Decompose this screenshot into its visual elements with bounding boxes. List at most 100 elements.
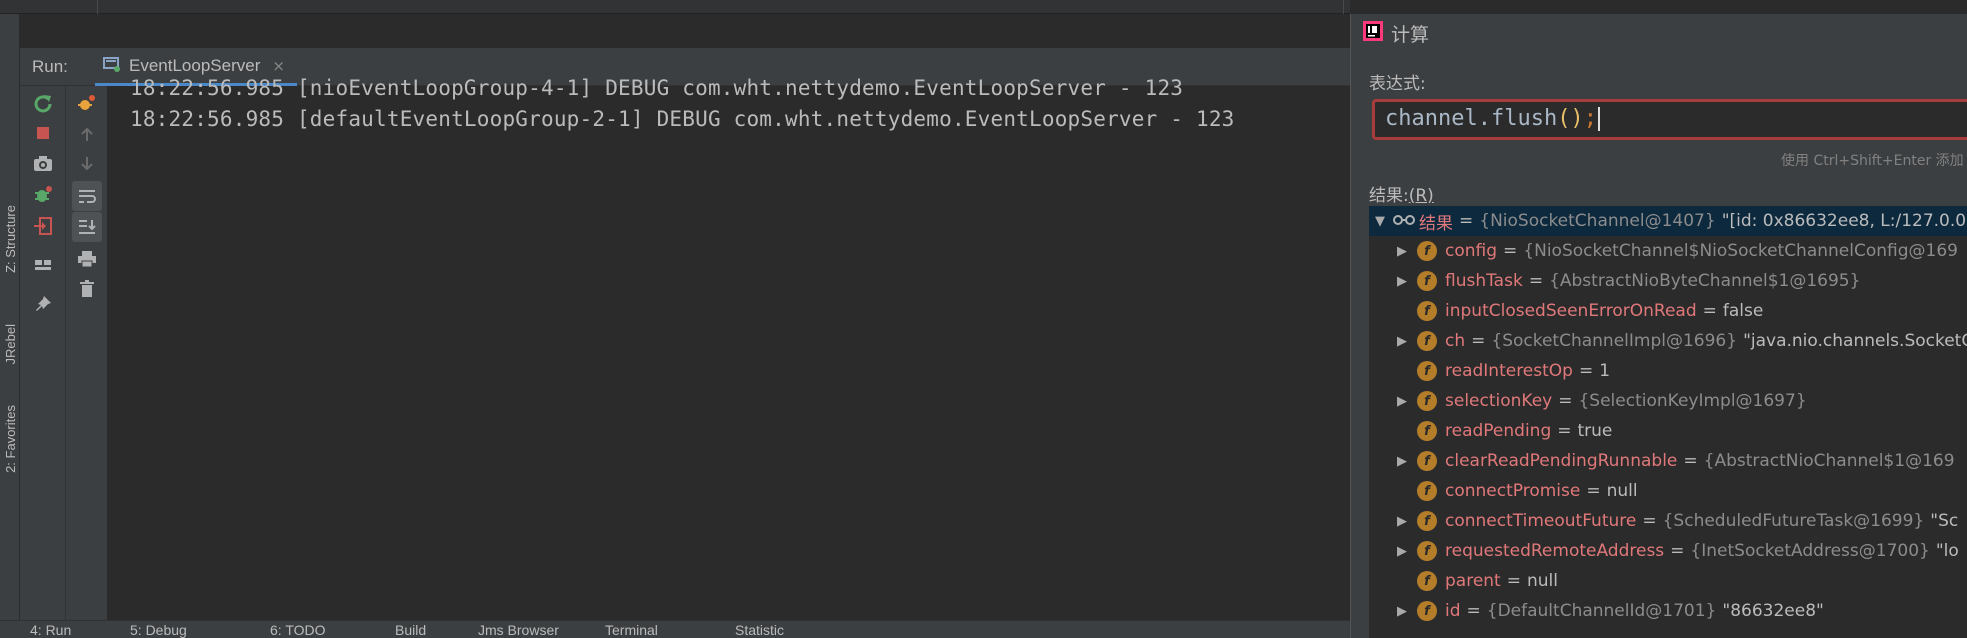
close-icon[interactable]: × [272, 57, 285, 75]
dialog-title-bar[interactable]: 计算 [1363, 20, 1429, 47]
field-value: "lo [1935, 541, 1959, 561]
favorites-tab[interactable]: 2: Favorites [0, 389, 20, 489]
field-type: {AbstractNioByteChannel$1@1695} [1549, 271, 1861, 291]
field-name: id [1445, 601, 1461, 621]
tree-field-row[interactable]: ▶ f clearReadPendingRunnable = {AbstractNioC… [1369, 446, 1967, 476]
stop-icon[interactable] [28, 118, 58, 148]
equals-sign: = [1642, 511, 1657, 531]
field-type: {SelectionKeyImpl@1697} [1578, 391, 1807, 411]
expression-input[interactable]: channel.flush(); [1372, 99, 1967, 140]
scroll-up-icon[interactable] [72, 119, 102, 149]
tab-run[interactable]: 4: Run [30, 622, 71, 638]
expand-right-icon[interactable]: ▶ [1395, 514, 1409, 529]
tree-field-row[interactable]: f readInterestOp = 1 [1369, 356, 1967, 386]
field-type: {NioSocketChannel$NioSocketChannelConfig… [1523, 241, 1958, 261]
watch-glasses-icon [1393, 211, 1415, 231]
print-icon[interactable] [72, 244, 102, 274]
field-icon: f [1417, 241, 1437, 261]
favorites-tab-label: 2: Favorites [2, 405, 18, 473]
tree-field-row[interactable]: ▶ f ch = {SocketChannelImpl@1696} "java.nio.c… [1369, 326, 1967, 356]
equals-sign: = [1558, 391, 1573, 411]
evaluate-dialog: 计算 表达式: channel.flush(); 使用 Ctrl+Shift+E… [1350, 14, 1967, 638]
tree-field-row[interactable]: ▶ f requestedRemoteAddress = {InetSocketAddr… [1369, 536, 1967, 566]
field-icon: f [1417, 271, 1437, 291]
field-type: {SocketChannelImpl@1696} [1491, 331, 1738, 351]
expand-right-icon[interactable]: ▶ [1395, 604, 1409, 619]
bug-icon[interactable] [72, 88, 102, 118]
run-tab-label: EventLoopServer [129, 55, 261, 75]
equals-sign: = [1670, 541, 1685, 561]
expression-semicolon: ; [1583, 106, 1597, 131]
equals-sign: = [1557, 421, 1572, 441]
result-mnemonic: (R) [1408, 186, 1434, 206]
field-name: ch [1445, 331, 1466, 351]
field-name: requestedRemoteAddress [1445, 541, 1665, 561]
tree-field-row[interactable]: ▶ f connectTimeoutFuture = {ScheduledFutureT… [1369, 506, 1967, 536]
tree-field-row[interactable]: f connectPromise = null [1369, 476, 1967, 506]
result-tree[interactable]: ▼ 结果 = {NioSocketChannel@1407} "[id: 0x86632… [1369, 206, 1967, 638]
equals-sign: = [1578, 361, 1594, 381]
layout-icon[interactable] [28, 250, 58, 280]
tree-field-row[interactable]: ▶ f flushTask = {AbstractNioByteChannel$1@16… [1369, 266, 1967, 296]
soft-wrap-icon[interactable] [72, 181, 102, 211]
field-icon: f [1417, 421, 1437, 441]
camera-icon[interactable] [28, 149, 58, 179]
field-value: "[id: 0x86632ee8, L:/127.0.0. [1721, 211, 1967, 231]
equals-sign: = [1471, 331, 1486, 351]
tab-jms-browser[interactable]: Jms Browser [478, 622, 559, 638]
structure-tab[interactable]: Z: Structure [0, 194, 20, 284]
pin-icon[interactable] [28, 289, 58, 319]
editor-top-strip [0, 0, 1350, 14]
tab-build[interactable]: Build [395, 622, 426, 638]
bottom-tool-bar: 4: Run 5: Debug 6: TODO Build Jms Browse… [0, 620, 1350, 638]
tree-root-row[interactable]: ▼ 结果 = {NioSocketChannel@1407} "[id: 0x86632… [1369, 206, 1967, 236]
tree-field-row[interactable]: f parent = null [1369, 566, 1967, 596]
login-icon[interactable] [28, 211, 58, 241]
field-name: inputClosedSeenErrorOnRead [1445, 301, 1697, 321]
tree-field-row[interactable]: ▶ f config = {NioSocketChannel$NioSocketChan… [1369, 236, 1967, 266]
run-toolbar-primary [20, 86, 66, 620]
field-value: "Sc [1930, 511, 1959, 531]
field-value: true [1577, 421, 1613, 441]
expression-hint: 使用 Ctrl+Shift+Enter 添加 [1781, 153, 1964, 169]
result-label-text: 结果: [1369, 186, 1409, 206]
tree-field-row[interactable]: ▶ f selectionKey = {SelectionKeyImpl@1697} [1369, 386, 1967, 416]
expand-right-icon[interactable]: ▶ [1395, 394, 1409, 409]
field-name: readInterestOp [1445, 361, 1573, 381]
field-icon: f [1417, 361, 1437, 381]
equals-sign: = [1702, 301, 1717, 321]
equals-sign: = [1506, 571, 1521, 591]
debug-icon[interactable] [28, 180, 58, 210]
equals-sign: = [1503, 241, 1518, 261]
structure-tab-label: Z: Structure [2, 205, 18, 273]
intellij-logo-icon [1363, 21, 1383, 46]
equals-sign: = [1586, 481, 1601, 501]
field-value: "java.nio.channels.SocketC [1743, 331, 1967, 351]
tab-terminal[interactable]: Terminal [605, 622, 658, 638]
dialog-title: 计算 [1391, 24, 1430, 46]
expand-down-icon[interactable]: ▼ [1373, 214, 1387, 229]
console-output[interactable]: 18:22:56.985 [nioEventLoopGroup-4-1] DEB… [108, 76, 1350, 620]
scroll-down-icon[interactable] [72, 149, 102, 179]
tree-field-row[interactable]: f readPending = true [1369, 416, 1967, 446]
expand-right-icon[interactable]: ▶ [1395, 454, 1409, 469]
field-icon: f [1417, 481, 1437, 501]
field-icon: f [1417, 331, 1437, 351]
rerun-icon[interactable] [28, 88, 58, 118]
console-line: 18:22:56.985 [nioEventLoopGroup-4-1] DEB… [130, 76, 1184, 100]
tab-debug[interactable]: 5: Debug [130, 622, 187, 638]
field-name: config [1445, 241, 1498, 261]
expand-right-icon[interactable]: ▶ [1395, 544, 1409, 559]
tab-statistic[interactable]: Statistic [735, 622, 784, 638]
expand-right-icon[interactable]: ▶ [1395, 334, 1409, 349]
tree-field-row[interactable]: ▶ f id = {DefaultChannelId@1701} "86632ee8" [1369, 596, 1967, 626]
trash-icon[interactable] [72, 274, 102, 304]
tab-todo[interactable]: 6: TODO [270, 622, 326, 638]
scroll-to-end-icon[interactable] [72, 212, 102, 242]
expand-right-icon[interactable]: ▶ [1395, 274, 1409, 289]
jrebel-tab[interactable]: JRebel [0, 309, 20, 379]
expand-right-icon[interactable]: ▶ [1395, 244, 1409, 259]
tree-field-row[interactable]: f inputClosedSeenErrorOnRead = false [1369, 296, 1967, 326]
result-label: 结果:(R) [1369, 181, 1434, 206]
field-value: "86632ee8" [1722, 601, 1824, 621]
